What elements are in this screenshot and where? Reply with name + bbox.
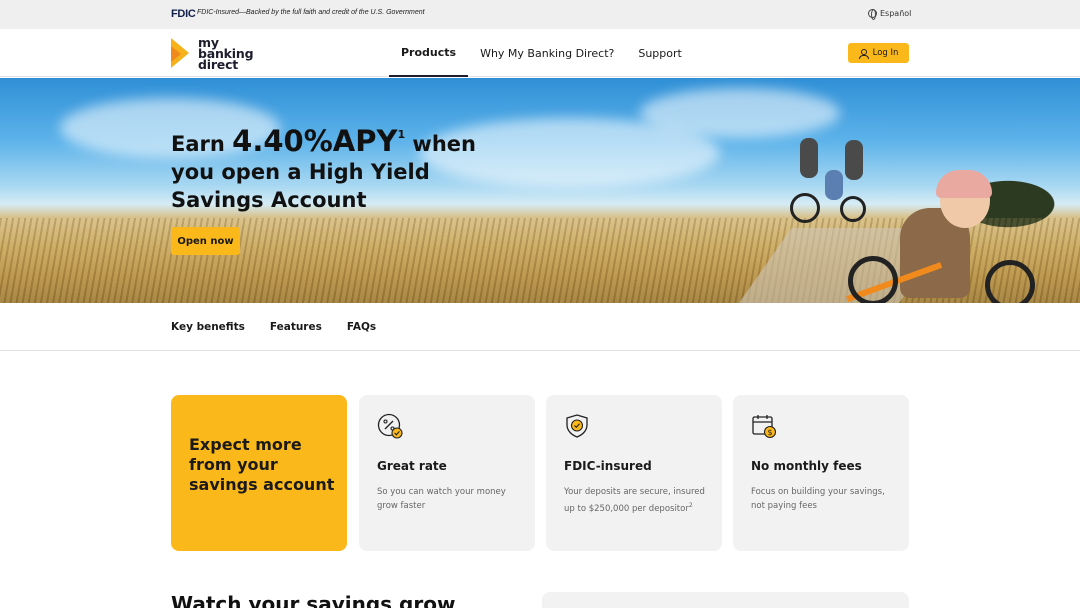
- benefit-title: No monthly fees: [751, 459, 862, 473]
- shield-icon: [564, 413, 590, 439]
- benefit-card: $ No monthly fees Focus on building your…: [733, 395, 909, 551]
- nav-products[interactable]: Products: [389, 29, 469, 77]
- cyclist-image: [845, 140, 863, 180]
- subnav-key-benefits[interactable]: Key benefits: [171, 321, 245, 333]
- bike-wheel: [790, 193, 820, 223]
- calculator-panel: [542, 592, 909, 608]
- nav-why[interactable]: Why My Banking Direct?: [468, 29, 626, 77]
- feature-card: Expect more from your savings account: [171, 395, 347, 551]
- user-icon: [858, 48, 869, 59]
- benefit-desc-text: Focus on building your savings, not payi…: [751, 487, 885, 511]
- benefit-footnote[interactable]: 2: [689, 502, 693, 509]
- bike-wheel: [985, 260, 1035, 303]
- feature-card-text: Expect more from your savings account: [189, 435, 335, 494]
- benefit-desc: Focus on building your savings, not payi…: [751, 485, 901, 513]
- section-nav: Key benefits Features FAQs: [0, 303, 1080, 351]
- benefit-card: Great rate So you can watch your money g…: [359, 395, 535, 551]
- hero-headline: Earn 4.40%APY1 when you open a High Yiel…: [171, 127, 501, 214]
- login-label: Log In: [872, 48, 899, 58]
- percent-icon: [377, 413, 403, 439]
- savings-heading: Watch your savings grow: [171, 592, 456, 608]
- site-header: my banking direct Products Why My Bankin…: [0, 29, 1080, 77]
- benefit-desc-text: Your deposits are secure, insured up to …: [564, 487, 705, 514]
- calendar-dollar-icon: $: [751, 413, 777, 439]
- benefit-desc-text: So you can watch your money grow faster: [377, 487, 506, 511]
- nav-support[interactable]: Support: [626, 29, 693, 77]
- subnav-faqs[interactable]: FAQs: [347, 321, 376, 333]
- language-link[interactable]: Español: [868, 9, 912, 20]
- bike-wheel: [840, 196, 866, 222]
- benefit-title: FDIC-insured: [564, 459, 652, 473]
- benefit-card: FDIC-insured Your deposits are secure, i…: [546, 395, 722, 551]
- benefit-title: Great rate: [377, 459, 447, 473]
- fdic-logo: FDIC: [171, 8, 196, 20]
- cyclist-image: [825, 170, 843, 200]
- globe-icon: [868, 9, 877, 20]
- main-nav: Products Why My Banking Direct? Support: [389, 29, 694, 77]
- fdic-notice: FDIC-Insured—Backed by the full faith an…: [197, 9, 425, 16]
- bike-wheel: [848, 256, 898, 303]
- benefit-desc: So you can watch your money grow faster: [377, 485, 527, 513]
- benefit-desc: Your deposits are secure, insured up to …: [564, 485, 714, 516]
- hero-prefix: Earn: [171, 132, 233, 156]
- svg-text:$: $: [767, 428, 772, 437]
- open-now-button[interactable]: Open now: [171, 227, 240, 255]
- hero-footnote[interactable]: 1: [397, 128, 405, 141]
- hero-rate: 4.40%APY: [232, 124, 398, 158]
- cyclist-image: [800, 138, 818, 178]
- logo-mark-icon: [171, 38, 191, 69]
- language-label: Español: [880, 9, 912, 18]
- fdic-bar: FDIC FDIC-Insured—Backed by the full fai…: [0, 0, 1080, 29]
- hero-banner: Earn 4.40%APY1 when you open a High Yiel…: [0, 78, 1080, 303]
- brand-logo[interactable]: my banking direct: [171, 36, 254, 71]
- subnav-features[interactable]: Features: [270, 321, 322, 333]
- login-button[interactable]: Log In: [848, 43, 909, 63]
- logo-text: my banking direct: [198, 36, 254, 71]
